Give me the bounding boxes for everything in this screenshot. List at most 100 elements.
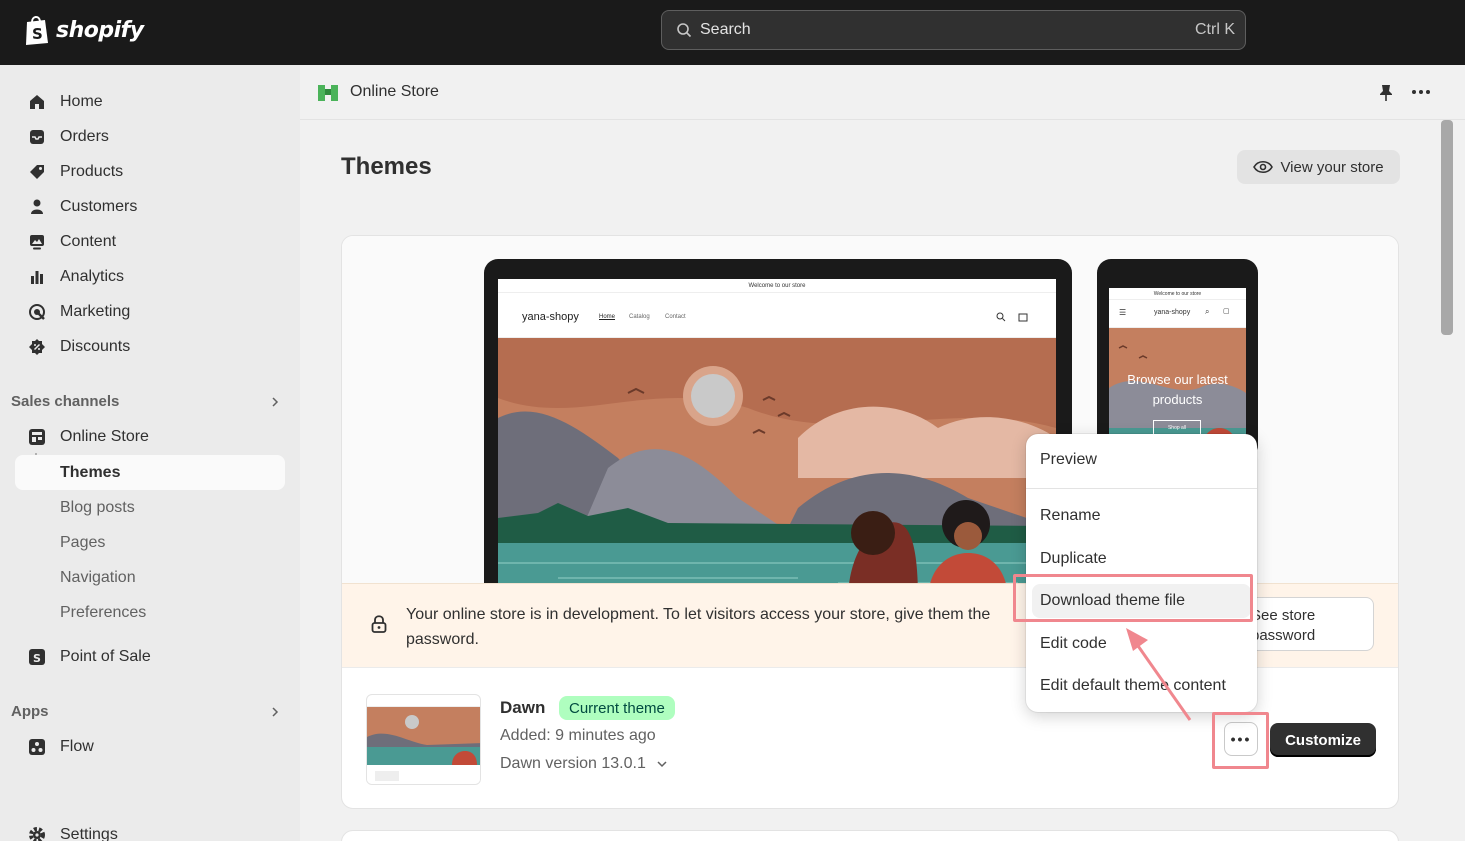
current-theme-badge: Current theme bbox=[559, 696, 675, 720]
store-icon bbox=[27, 427, 47, 447]
search-placeholder: Search bbox=[700, 21, 751, 38]
lock-icon bbox=[371, 615, 387, 633]
online-store-app-icon bbox=[318, 85, 338, 101]
app-header: Online Store bbox=[300, 65, 1465, 120]
sidebar-item-label: Point of Sale bbox=[60, 647, 151, 665]
brand-name: shopify bbox=[56, 17, 144, 43]
pin-icon[interactable] bbox=[1377, 83, 1395, 103]
more-options-icon[interactable] bbox=[1411, 89, 1431, 95]
sidebar-item-orders[interactable]: Orders bbox=[15, 119, 285, 154]
view-your-store-label: View your store bbox=[1280, 158, 1384, 176]
home-icon bbox=[27, 92, 47, 112]
actions-button-highlight-box bbox=[1212, 712, 1269, 769]
sidebar-item-content[interactable]: Content bbox=[15, 224, 285, 259]
sales-channels-label: Sales channels bbox=[11, 393, 120, 410]
app-title: Online Store bbox=[350, 83, 439, 100]
mobile-store-name: yana-shopy bbox=[1154, 309, 1191, 316]
sidebar-item-navigation[interactable]: Navigation bbox=[15, 560, 285, 595]
sidebar-item-point-of-sale[interactable]: S Point of Sale bbox=[15, 639, 285, 674]
theme-thumbnail[interactable] bbox=[366, 694, 481, 785]
flow-icon bbox=[27, 737, 47, 757]
sidebar-item-discounts[interactable]: Discounts bbox=[15, 329, 285, 364]
mobile-menu-icon[interactable]: ☰ bbox=[1119, 308, 1126, 317]
chevron-down-icon bbox=[657, 761, 667, 768]
theme-version: Dawn version 13.0.1 bbox=[500, 755, 646, 772]
mobile-header: ☰ yana-shopy ⌕ ▢ bbox=[1109, 300, 1246, 328]
scrollbar[interactable] bbox=[1441, 120, 1453, 335]
theme-version-toggle[interactable]: Dawn version 13.0.1 bbox=[500, 755, 668, 773]
development-banner-text: Your online store is in development. To … bbox=[406, 606, 991, 648]
sidebar-item-settings[interactable]: Settings bbox=[15, 817, 285, 841]
menu-item-duplicate[interactable]: Duplicate bbox=[1032, 542, 1251, 576]
mobile-cart-icon: ▢ bbox=[1223, 308, 1230, 315]
sidebar-item-home[interactable]: Home bbox=[15, 84, 285, 119]
sidebar-item-label: Discounts bbox=[60, 337, 131, 355]
top-bar: S shopify Search Ctrl K bbox=[0, 0, 1465, 65]
sidebar-item-label: Analytics bbox=[60, 267, 125, 285]
theme-actions-menu: Preview Rename Duplicate Download theme … bbox=[1026, 434, 1257, 712]
store-header: yana-shopy Home Catalog Contact bbox=[498, 293, 1056, 338]
bar-chart-icon bbox=[27, 267, 47, 287]
sidebar-item-label: Marketing bbox=[60, 302, 131, 320]
menu-item-rename[interactable]: Rename bbox=[1032, 499, 1251, 533]
svg-text:S: S bbox=[32, 25, 43, 43]
view-your-store-button[interactable]: View your store bbox=[1237, 150, 1400, 184]
download-highlight-box bbox=[1013, 574, 1253, 622]
theme-library-card bbox=[341, 830, 1399, 841]
sidebar-item-label: Content bbox=[60, 232, 117, 250]
shopify-bag-icon: S bbox=[24, 14, 50, 46]
sidebar-item-pages[interactable]: Pages bbox=[15, 525, 285, 560]
thumbnail-header bbox=[367, 695, 480, 707]
svg-text:S: S bbox=[33, 652, 41, 665]
shopify-logo[interactable]: S shopify bbox=[24, 14, 144, 46]
store-search-icon bbox=[996, 312, 1006, 322]
sidebar-item-label: Products bbox=[60, 162, 124, 180]
store-name: yana-shopy bbox=[522, 311, 579, 323]
sidebar-item-label: Customers bbox=[60, 197, 138, 215]
sidebar-item-analytics[interactable]: Analytics bbox=[15, 259, 285, 294]
customize-button[interactable]: Customize bbox=[1270, 723, 1376, 757]
gear-icon bbox=[27, 825, 47, 841]
sidebar-item-label: Online Store bbox=[60, 427, 149, 445]
menu-item-edit-default-theme-content[interactable]: Edit default theme content bbox=[1032, 669, 1251, 703]
page-title: Themes bbox=[341, 153, 432, 180]
sidebar-item-label: Orders bbox=[60, 127, 109, 145]
search-icon bbox=[677, 23, 692, 38]
person-icon bbox=[27, 197, 47, 217]
sidebar-item-label: Preferences bbox=[60, 603, 147, 621]
sidebar-item-themes[interactable]: Themes bbox=[15, 455, 285, 490]
sidebar-item-label: Pages bbox=[60, 533, 106, 551]
sidebar-item-customers[interactable]: Customers bbox=[15, 189, 285, 224]
mobile-search-icon: ⌕ bbox=[1205, 307, 1210, 316]
pos-icon: S bbox=[27, 647, 47, 667]
search-input[interactable]: Search Ctrl K bbox=[661, 10, 1246, 50]
chevron-right-icon bbox=[272, 706, 279, 717]
sidebar-item-online-store[interactable]: Online Store bbox=[15, 419, 285, 454]
sidebar-item-label: Navigation bbox=[60, 568, 136, 586]
sidebar-item-products[interactable]: Products bbox=[15, 154, 285, 189]
sales-channels-header[interactable]: Sales channels bbox=[11, 393, 281, 410]
store-nav-contact: Contact bbox=[665, 314, 686, 320]
sidebar-item-flow[interactable]: Flow bbox=[15, 729, 285, 764]
hero-illustration bbox=[498, 338, 1056, 599]
mobile-hero-heading: Browse our latest products bbox=[1127, 372, 1228, 407]
sidebar-item-blog-posts[interactable]: Blog posts bbox=[15, 490, 285, 525]
chevron-right-icon bbox=[272, 396, 279, 407]
store-nav-home: Home bbox=[599, 314, 616, 320]
sidebar-item-marketing[interactable]: Marketing bbox=[15, 294, 285, 329]
menu-item-preview[interactable]: Preview bbox=[1032, 443, 1251, 477]
sidebar-item-label: Themes bbox=[60, 463, 121, 481]
thumbnail-illustration bbox=[367, 707, 480, 765]
sidebar-item-preferences[interactable]: Preferences bbox=[15, 595, 285, 630]
apps-header[interactable]: Apps bbox=[11, 703, 281, 720]
sidebar-item-label: Home bbox=[60, 92, 103, 110]
search-shortcut: Ctrl K bbox=[1195, 21, 1235, 38]
sidebar-item-label: Blog posts bbox=[60, 498, 135, 516]
desktop-preview: Welcome to our store yana-shopy Home Cat… bbox=[484, 259, 1072, 599]
menu-item-edit-code[interactable]: Edit code bbox=[1032, 627, 1251, 661]
mobile-preview: Welcome to our store ☰ yana-shopy ⌕ ▢ Br… bbox=[1097, 259, 1258, 459]
mobile-announcement: Welcome to our store bbox=[1109, 288, 1246, 300]
image-icon bbox=[27, 232, 47, 252]
inbox-icon bbox=[27, 127, 47, 147]
discount-icon bbox=[27, 337, 47, 357]
